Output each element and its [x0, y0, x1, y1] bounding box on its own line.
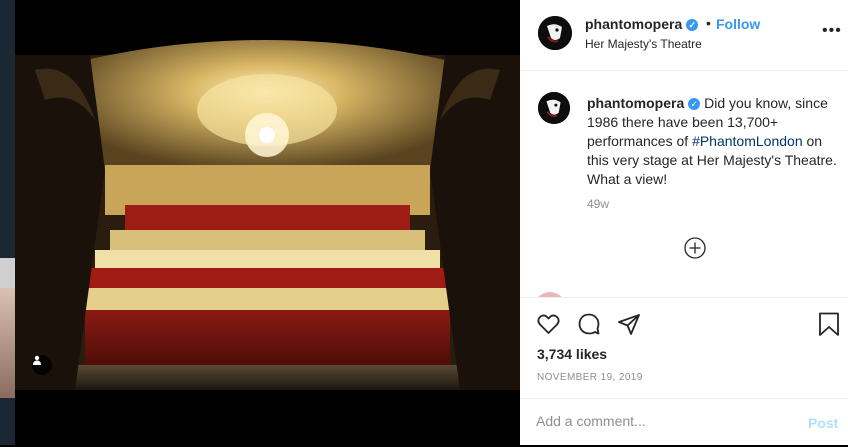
verified-badge-icon: ✓ — [688, 98, 701, 110]
post-image[interactable] — [15, 0, 520, 445]
caption-avatar[interactable] — [538, 92, 570, 124]
heart-icon[interactable] — [536, 312, 561, 336]
previous-post-photo — [0, 288, 15, 398]
post-age: 49w — [587, 197, 610, 211]
comment-bar: Post — [520, 398, 848, 447]
previous-post-band — [0, 258, 15, 288]
likes-count[interactable]: 3,734 likes — [537, 346, 607, 362]
phantom-mask-icon — [538, 16, 572, 50]
user-tag-icon — [33, 355, 41, 365]
post-comment-button[interactable]: Post — [808, 415, 838, 431]
comment-input[interactable] — [536, 413, 796, 429]
theatre-photo — [15, 40, 520, 445]
location-link[interactable]: Her Majesty's Theatre — [585, 37, 702, 51]
add-icon[interactable] — [684, 237, 706, 259]
post-details-panel: phantomopera ✓ • Follow Her Majesty's The… — [520, 0, 848, 445]
caption-username[interactable]: phantomopera — [587, 95, 684, 111]
post-header: phantomopera ✓ • Follow Her Majesty's The… — [520, 0, 848, 71]
share-icon[interactable] — [617, 312, 641, 336]
phantom-mask-icon — [538, 92, 570, 124]
verified-badge-icon: ✓ — [686, 19, 699, 31]
action-section: 3,734 likes NOVEMBER 19, 2019 Post — [520, 297, 848, 446]
separator-dot: • — [706, 15, 711, 31]
avatar[interactable] — [538, 16, 572, 50]
post-date: NOVEMBER 19, 2019 — [537, 372, 643, 383]
hashtag-link[interactable]: #PhantomLondon — [692, 133, 803, 149]
comment-icon[interactable] — [577, 312, 601, 336]
more-icon[interactable]: ••• — [822, 22, 842, 40]
user-tag-button[interactable] — [32, 355, 52, 375]
follow-button[interactable]: Follow — [716, 16, 760, 32]
caption: phantomopera ✓ Did you know, since 1986 t… — [587, 94, 837, 189]
bookmark-icon[interactable] — [818, 312, 840, 337]
username-link[interactable]: phantomopera ✓ — [585, 16, 699, 32]
previous-post-strip[interactable] — [0, 0, 15, 445]
